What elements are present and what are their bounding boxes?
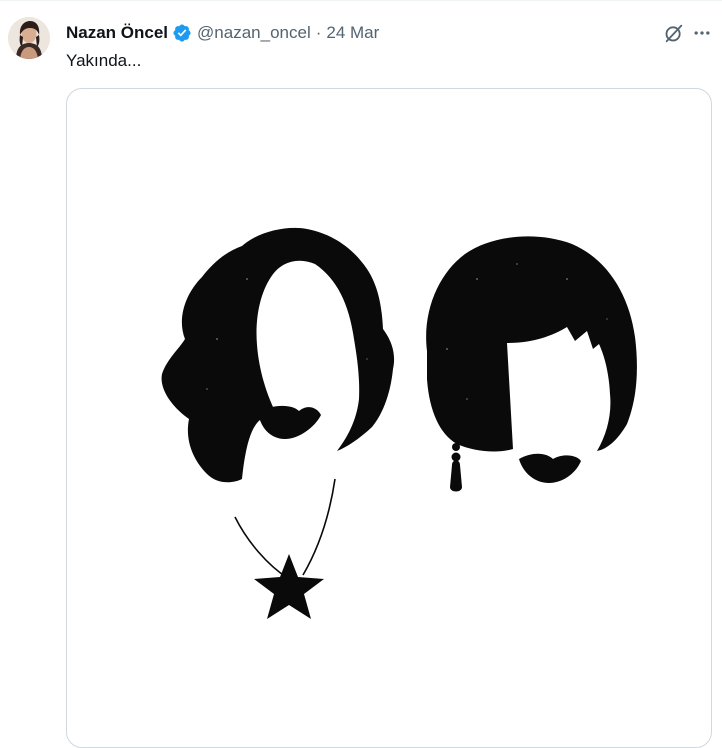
tweet-date[interactable]: 24 Mar [326,22,379,44]
grok-icon [665,24,683,43]
more-icon [694,31,710,35]
author-name[interactable]: Nazan Öncel [66,22,168,44]
avatar[interactable] [8,17,50,59]
grok-button[interactable] [662,21,686,45]
tweet-media[interactable] [66,88,712,748]
right-figure [426,236,637,492]
illustration-image [161,227,637,619]
separator: · [315,23,322,42]
tweet-text: Yakında... [66,51,142,70]
author-handle[interactable]: @nazan_oncel [197,22,311,44]
verified-badge-icon [172,23,192,43]
left-figure [161,227,395,619]
tweet-header: Nazan Öncel @nazan_oncel · 24 Mar [66,22,379,44]
more-button[interactable] [690,21,714,45]
avatar-image [8,17,50,59]
tweet[interactable]: Nazan Öncel @nazan_oncel · 24 Mar Yakınd… [0,0,722,748]
